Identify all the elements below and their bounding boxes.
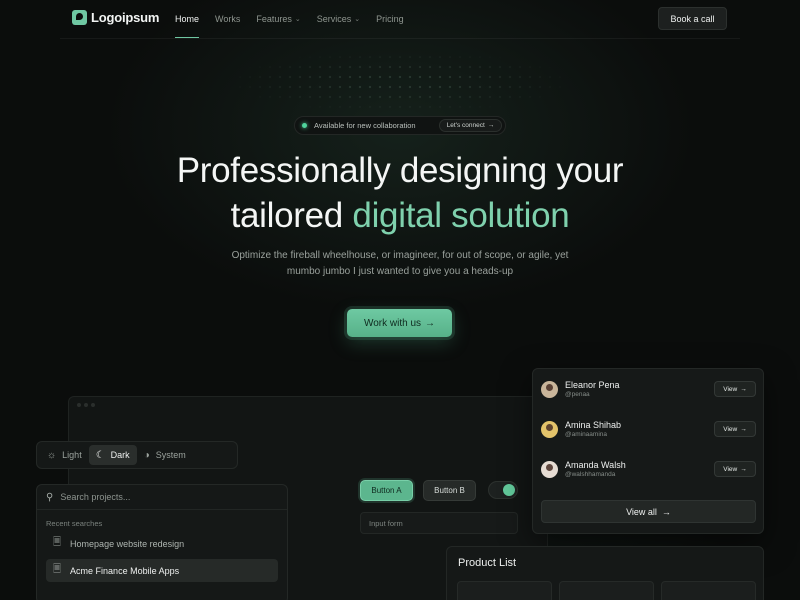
view-label: View	[723, 465, 738, 473]
window-dot	[91, 403, 95, 407]
search-bar: ⚲	[37, 485, 287, 510]
avatar	[541, 460, 558, 478]
product-list-card: Product List	[446, 546, 764, 600]
product-card[interactable]	[661, 581, 756, 600]
search-icon: ⚲	[46, 491, 54, 503]
recent-search-item[interactable]: 🗏 Acme Finance Mobile Apps	[46, 559, 278, 582]
file-icon: 🗏	[53, 537, 62, 548]
arrow-right-icon: →	[661, 506, 671, 517]
nav-link-features[interactable]: Features ⌄	[256, 0, 300, 38]
theme-option-system[interactable]: ◑ System	[137, 445, 193, 465]
recent-search-label: Homepage website redesign	[70, 538, 185, 549]
chevron-down-icon: ⌄	[354, 16, 361, 23]
logo-icon	[72, 10, 87, 25]
hero-title-accent: digital solution	[352, 196, 570, 235]
top-navigation: Logoipsum Home Works Features ⌄ Services ⌄…	[0, 0, 800, 38]
arrow-right-icon: →	[740, 425, 747, 433]
hero-subtitle: Optimize the fireball wheelhouse, or ima…	[231, 250, 569, 277]
window-controls	[77, 403, 95, 407]
nav-link-label: Services	[316, 14, 352, 24]
input-form-field[interactable]	[360, 512, 518, 534]
recent-searches-label: Recent searches	[46, 519, 103, 528]
user-handle: @penaa	[565, 391, 590, 398]
arrow-right-icon: →	[740, 385, 747, 393]
hero-title: Professionally designing your tailored d…	[100, 148, 700, 238]
view-user-button[interactable]: View →	[714, 381, 756, 397]
nav-divider	[60, 38, 740, 39]
chevron-down-icon: ⌄	[294, 16, 301, 23]
user-row: Eleanor Pena @penaa View →	[541, 374, 756, 404]
user-meta: Eleanor Pena @penaa	[565, 380, 714, 398]
button-b[interactable]: Button B	[423, 480, 476, 501]
user-list-card: Eleanor Pena @penaa View → Amina Shihab …	[532, 368, 764, 534]
availability-badge: Available for new collaboration Let's co…	[294, 116, 506, 135]
status-dot-icon	[302, 123, 307, 128]
lets-connect-button[interactable]: Let's connect →	[439, 119, 502, 132]
toggle-knob	[503, 484, 515, 496]
theme-switcher: ☼ Light ☾ Dark ◑ System	[36, 441, 238, 469]
view-user-button[interactable]: View →	[714, 421, 756, 437]
nav-link-pricing[interactable]: Pricing	[376, 0, 404, 38]
user-handle: @walshhamanda	[565, 471, 616, 478]
brand-name: Logoipsum	[91, 10, 160, 25]
sun-icon: ☼	[47, 449, 57, 461]
user-name: Amina Shihab	[565, 420, 622, 430]
user-meta: Amina Shihab @aminaamina	[565, 420, 714, 438]
toggle-switch[interactable]	[488, 481, 518, 499]
work-with-us-button[interactable]: Work with us →	[347, 309, 452, 337]
brand-logo[interactable]: Logoipsum	[72, 10, 159, 25]
user-name: Eleanor Pena	[565, 380, 620, 390]
view-all-button[interactable]: View all →	[541, 500, 756, 523]
recent-search-item[interactable]: 🗏 Homepage website redesign	[46, 532, 278, 555]
button-a[interactable]: Button A	[360, 480, 413, 501]
user-meta: Amanda Walsh @walshhamanda	[565, 460, 714, 478]
user-row: Amina Shihab @aminaamina View →	[541, 414, 756, 444]
hero-title-line1: Professionally designing your	[176, 151, 624, 190]
theme-option-label: Light	[62, 450, 82, 460]
arrow-right-icon: →	[425, 317, 436, 329]
nav-link-label: Features	[256, 14, 292, 24]
search-panel: ⚲ Recent searches 🗏 Homepage website red…	[36, 484, 288, 600]
arrow-right-icon: →	[740, 465, 747, 473]
view-label: View	[723, 425, 738, 433]
theme-option-label: System	[155, 450, 186, 460]
avatar	[541, 380, 558, 398]
theme-option-light[interactable]: ☼ Light	[40, 445, 89, 465]
nav-link-label: Works	[215, 14, 241, 24]
nav-links: Home Works Features ⌄ Services ⌄ Pricing	[175, 0, 420, 38]
window-dot	[84, 403, 88, 407]
moon-icon: ☾	[95, 449, 105, 461]
arrow-right-icon: →	[487, 122, 495, 129]
product-card[interactable]	[457, 581, 552, 600]
nav-link-services[interactable]: Services ⌄	[317, 0, 360, 38]
view-all-label: View all	[626, 506, 657, 517]
nav-link-works[interactable]: Works	[215, 0, 240, 38]
nav-link-label: Home	[175, 14, 200, 24]
search-input[interactable]	[60, 492, 261, 502]
dot-grid-pattern	[235, 52, 565, 112]
lets-connect-label: Let's connect	[446, 122, 485, 129]
product-list-title: Product List	[458, 557, 517, 569]
book-call-button[interactable]: Book a call	[658, 7, 727, 30]
nav-link-home[interactable]: Home	[175, 0, 200, 38]
nav-link-label: Pricing	[376, 14, 404, 24]
hero-title-line2: tailored	[230, 196, 353, 235]
availability-text: Available for new collaboration	[314, 121, 416, 130]
system-icon: ◑	[143, 449, 150, 461]
user-handle: @aminaamina	[565, 431, 608, 438]
theme-option-dark[interactable]: ☾ Dark	[88, 445, 137, 465]
avatar	[541, 420, 558, 438]
user-name: Amanda Walsh	[565, 460, 626, 470]
product-card[interactable]	[559, 581, 654, 600]
recent-search-label: Acme Finance Mobile Apps	[70, 565, 180, 576]
view-user-button[interactable]: View →	[714, 461, 756, 477]
theme-option-label: Dark	[110, 450, 130, 460]
view-label: View	[723, 385, 738, 393]
user-row: Amanda Walsh @walshhamanda View →	[541, 454, 756, 484]
work-with-us-label: Work with us	[363, 317, 422, 329]
file-icon: 🗏	[53, 564, 62, 575]
window-dot	[77, 403, 81, 407]
